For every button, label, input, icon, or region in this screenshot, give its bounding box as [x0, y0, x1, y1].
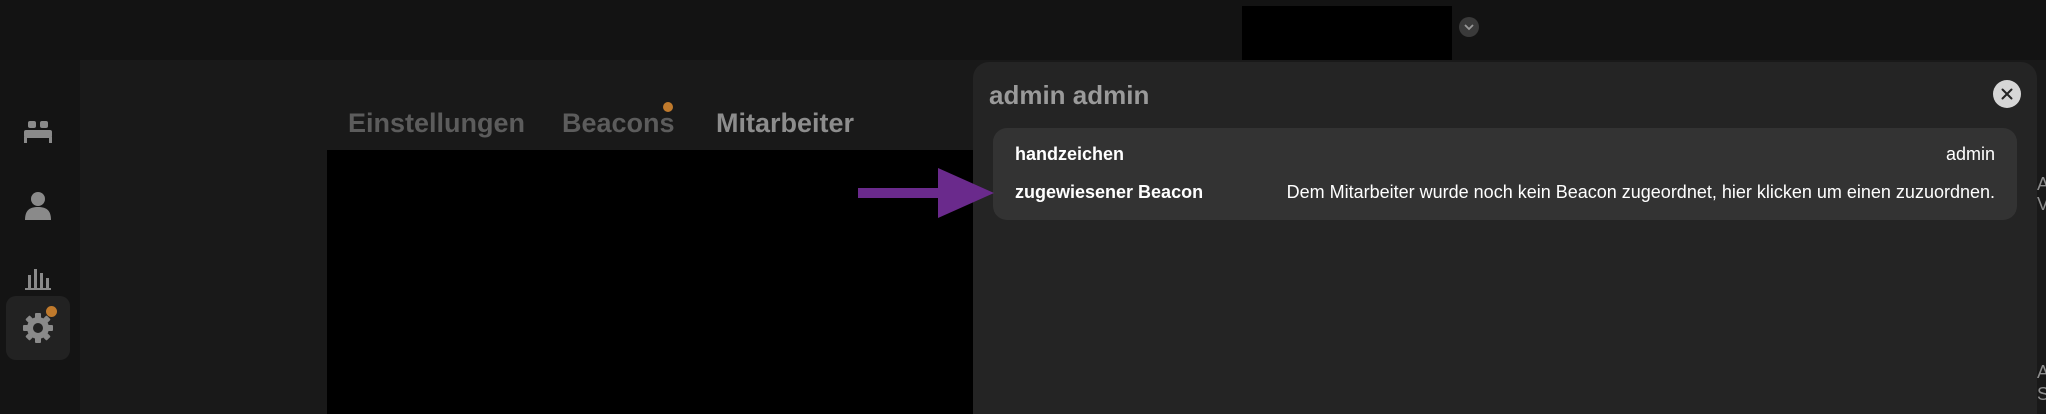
- close-icon: [2001, 88, 2013, 100]
- edge-letter: A: [2037, 362, 2046, 382]
- row-value: admin: [1945, 144, 1995, 164]
- sidebar-item-rooms[interactable]: [6, 100, 70, 164]
- panel-title: admin admin: [989, 80, 1150, 110]
- edge-letter: A: [2037, 174, 2046, 194]
- info-row-handzeichen: handzeichen admin: [1015, 144, 1995, 168]
- highlight-arrow: [858, 168, 994, 218]
- close-button[interactable]: [1993, 80, 2021, 108]
- right-edge-text: A V A S: [2037, 170, 2046, 414]
- edge-letter: V: [2037, 194, 2046, 214]
- info-row-beacon[interactable]: zugewiesener Beacon Dem Mitarbeiter wurd…: [1015, 182, 1995, 206]
- top-redacted-area: [1242, 6, 1452, 62]
- bar-chart-icon: [25, 269, 51, 290]
- notification-dot: [663, 102, 673, 112]
- info-card: handzeichen admin zugewiesener Beacon De…: [993, 128, 2017, 220]
- sidebar-item-settings[interactable]: [6, 296, 70, 360]
- user-icon: [25, 192, 51, 220]
- bed-icon: [24, 121, 52, 143]
- assign-beacon-link[interactable]: Dem Mitarbeiter wurde noch kein Beacon z…: [1287, 182, 1995, 203]
- sidebar-item-users[interactable]: [6, 174, 70, 238]
- notification-dot: [46, 306, 57, 317]
- chevron-down-icon[interactable]: [1459, 17, 1479, 37]
- tab-mitarbeiter[interactable]: Mitarbeiter: [716, 108, 854, 139]
- tab-beacons[interactable]: Beacons: [562, 108, 675, 139]
- row-label: handzeichen: [1015, 144, 1125, 164]
- edge-letter: S: [2037, 384, 2046, 404]
- detail-panel: admin admin handzeichen admin zugewiesen…: [973, 62, 2037, 414]
- sidebar: [0, 60, 78, 414]
- top-bar: [0, 0, 2046, 62]
- tab-einstellungen[interactable]: Einstellungen: [348, 108, 525, 139]
- row-label: zugewiesener Beacon: [1015, 182, 1204, 202]
